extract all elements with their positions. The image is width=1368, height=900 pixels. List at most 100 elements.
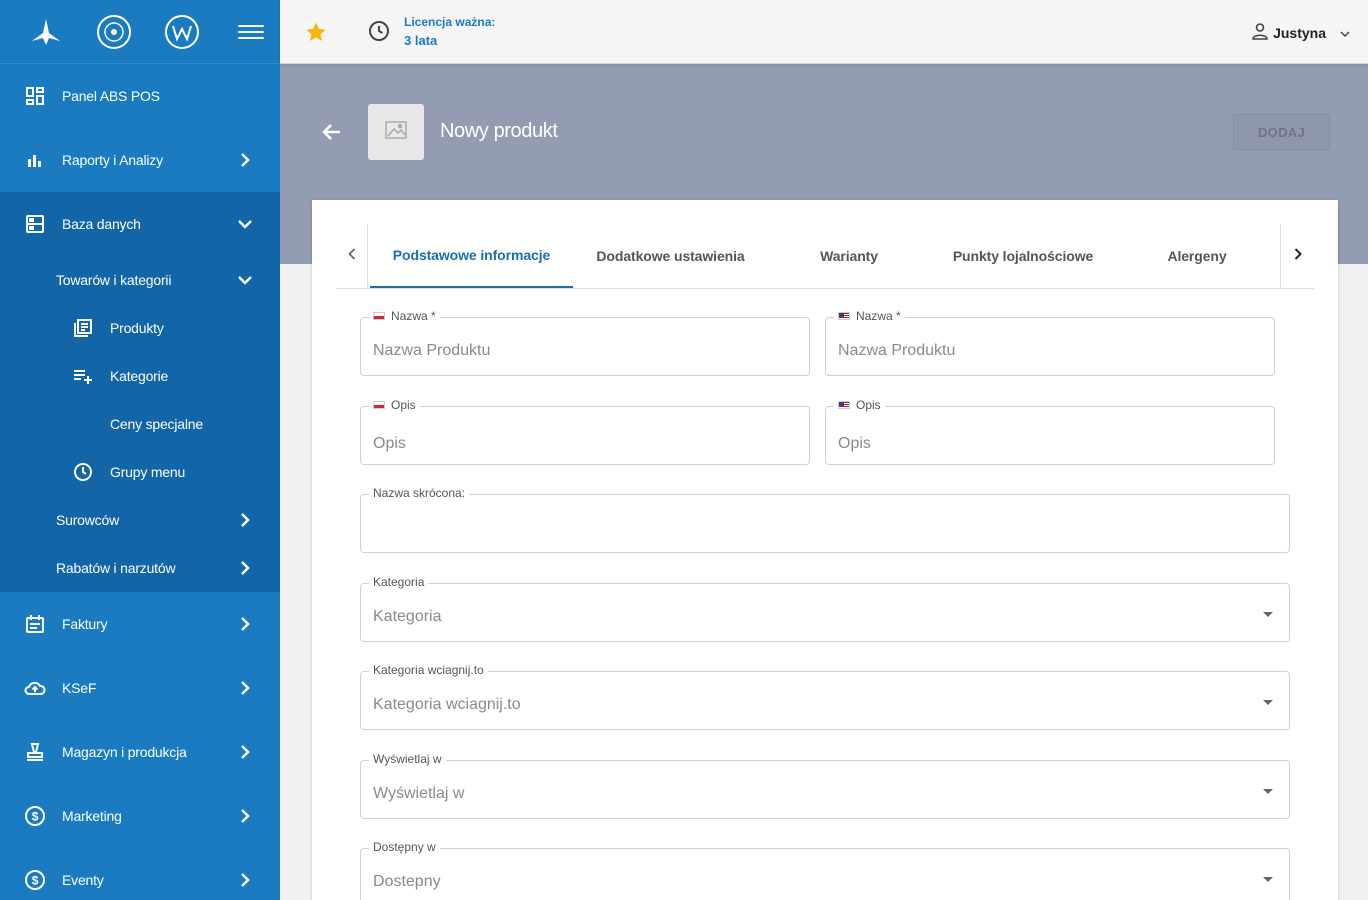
bar-chart-icon [24, 149, 46, 171]
sidebar-item-database[interactable]: Baza danych [0, 212, 280, 236]
category-placeholder: Kategoria [373, 608, 442, 625]
sidebar-item-label: Towarów i kategorii [56, 272, 172, 288]
chevron-down-icon [236, 215, 254, 233]
sidebar-item-ksef[interactable]: KSeF [0, 676, 280, 700]
category-wciagnij-label: Kategoria wciagnij.to [373, 663, 484, 677]
product-image-placeholder[interactable] [368, 104, 424, 160]
sidebar-item-marketing[interactable]: $ Marketing [0, 804, 280, 828]
sidebar-item-label: Grupy menu [110, 464, 186, 480]
sidebar-item-label: Produkty [110, 320, 164, 336]
chevron-right-icon [236, 679, 254, 697]
sidebar-item-invoices[interactable]: Faktury [0, 612, 280, 636]
sidebar-item-label: Panel ABS POS [62, 88, 160, 104]
tab-loyalty-points[interactable]: Punkty lojalnościowe [930, 224, 1116, 288]
chevron-left-icon [347, 247, 356, 265]
sidebar-item-warehouse[interactable]: Magazyn i produkcja [0, 740, 280, 764]
sidebar: Panel ABS POS Raporty i Analizy Baza dan… [0, 0, 280, 900]
database-icon [24, 213, 46, 235]
poland-flag-icon [373, 401, 385, 409]
description-pl-field[interactable]: Opis Opis [360, 398, 810, 465]
display-in-select[interactable]: Wyświetlaj w Wyświetlaj w [360, 752, 1290, 819]
chevron-right-icon [236, 151, 254, 169]
name-en-placeholder: Nazwa Produktu [838, 342, 956, 359]
sidebar-item-label: KSeF [62, 680, 97, 696]
sidebar-item-products[interactable]: Produkty [0, 316, 280, 340]
dropdown-caret-icon [1263, 877, 1273, 882]
cloud-upload-icon [24, 677, 46, 699]
chevron-right-icon [236, 871, 254, 889]
sidebar-item-menu-groups[interactable]: Grupy menu [0, 460, 280, 484]
chevron-right-icon [236, 743, 254, 761]
tab-basic-info[interactable]: Podstawowe informacje [370, 224, 573, 288]
sidebar-item-label: Kategorie [110, 368, 169, 384]
sidebar-item-raw-materials[interactable]: Surowców [0, 508, 280, 532]
svg-text:$: $ [32, 810, 39, 824]
description-en-field[interactable]: Opis Opis [825, 398, 1275, 465]
sidebar-item-categories[interactable]: Kategorie [0, 364, 280, 388]
page-title: Nowy produkt [440, 120, 558, 142]
clock-icon [368, 20, 392, 44]
poland-flag-icon [373, 312, 385, 320]
name-pl-label: Nazwa * [391, 309, 436, 323]
sidebar-item-label: Baza danych [62, 216, 141, 232]
tab-additional-settings[interactable]: Dodatkowe ustawienia [573, 224, 768, 288]
chevron-right-icon [236, 511, 254, 529]
clock-icon [72, 461, 94, 483]
user-menu[interactable]: Justyna [1251, 22, 1350, 43]
sidebar-item-reports[interactable]: Raporty i Analizy [0, 148, 280, 172]
playlist-add-icon [72, 365, 94, 387]
sidebar-item-label: Magazyn i produkcja [62, 744, 187, 760]
back-arrow-icon[interactable] [320, 120, 344, 144]
short-name-field[interactable]: Nazwa skrócona: [360, 486, 1290, 553]
star-icon[interactable] [304, 20, 328, 44]
name-pl-field[interactable]: Nazwa * Nazwa Produktu [360, 309, 810, 376]
sidebar-item-panel[interactable]: Panel ABS POS [0, 84, 280, 108]
license-value: 3 lata [404, 33, 438, 48]
available-in-label: Dostępny w [373, 840, 436, 854]
svg-text:$: $ [32, 874, 39, 888]
name-en-field[interactable]: Nazwa * Nazwa Produktu [825, 309, 1275, 376]
chevron-right-icon [1294, 247, 1302, 265]
sidebar-item-label: Eventy [62, 872, 104, 888]
sidebar-item-special-prices[interactable]: Ceny specjalne [0, 412, 280, 436]
database-submenu [0, 192, 280, 592]
category-wciagnij-select[interactable]: Kategoria wciagnij.to Kategoria wciagnij… [360, 663, 1290, 730]
certificate-logo-icon[interactable] [96, 14, 132, 50]
description-pl-label: Opis [391, 398, 416, 412]
available-in-select[interactable]: Dostępny w Dostepny [360, 840, 1290, 900]
tab-scroll-right-button[interactable] [1280, 224, 1314, 288]
category-select[interactable]: Kategoria Kategoria [360, 575, 1290, 642]
chevron-down-icon [236, 271, 254, 289]
hamburger-menu-icon[interactable] [238, 19, 264, 45]
stamp-icon [24, 741, 46, 763]
sidebar-item-products-categories[interactable]: Towarów i kategorii [0, 268, 280, 292]
add-button[interactable]: DODAJ [1233, 114, 1330, 150]
product-form-card: Podstawowe informacje Dodatkowe ustawien… [312, 200, 1338, 900]
chevron-down-icon [1340, 25, 1350, 41]
chevron-right-icon [236, 559, 254, 577]
sidebar-item-discounts[interactable]: Rabatów i narzutów [0, 556, 280, 580]
display-in-placeholder: Wyświetlaj w [373, 785, 465, 802]
name-pl-placeholder: Nazwa Produktu [373, 342, 491, 359]
dashboard-icon [24, 85, 46, 107]
short-name-label: Nazwa skrócona: [373, 486, 466, 500]
chevron-right-icon [236, 615, 254, 633]
topbar: Licencja ważna: 3 lata Justyna [280, 0, 1368, 64]
dollar-circle-icon: $ [24, 869, 46, 891]
tab-scroll-left-button[interactable] [336, 224, 368, 288]
tab-variants[interactable]: Warianty [768, 224, 930, 288]
category-wciagnij-placeholder: Kategoria wciagnij.to [373, 696, 521, 713]
w-logo-icon[interactable] [164, 14, 200, 50]
description-en-label: Opis [856, 398, 881, 412]
license-label: Licencja ważna: [404, 15, 496, 29]
user-name: Justyna [1273, 24, 1326, 41]
image-icon [385, 120, 407, 144]
display-in-label: Wyświetlaj w [373, 752, 442, 766]
sidebar-item-events[interactable]: $ Eventy [0, 868, 280, 892]
tab-allergens[interactable]: Alergeny [1116, 224, 1278, 288]
usa-flag-icon [838, 401, 850, 409]
dropdown-caret-icon [1263, 700, 1273, 705]
chevron-right-icon [236, 807, 254, 825]
sidebar-item-label: Marketing [62, 808, 122, 824]
abs-pos-logo-icon[interactable] [28, 14, 64, 50]
